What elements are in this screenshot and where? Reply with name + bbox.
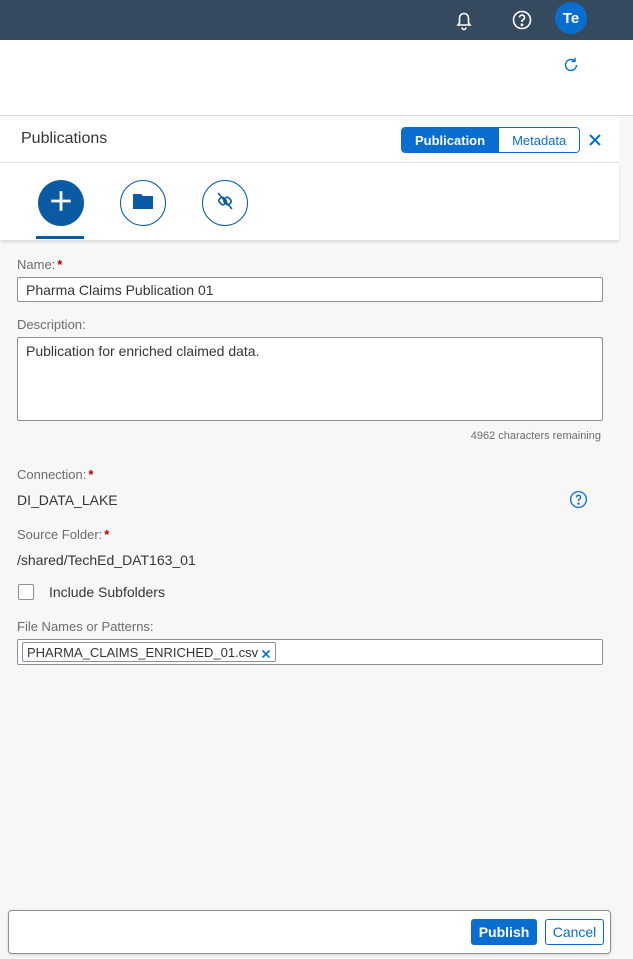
tab-disconnect[interactable] [202, 180, 248, 226]
avatar[interactable]: Te [555, 2, 587, 34]
include-subfolders-label: Include Subfolders [49, 584, 165, 600]
icon-tab-bar [0, 163, 619, 240]
remove-token-icon[interactable] [261, 647, 271, 659]
publish-button[interactable]: Publish [471, 919, 537, 945]
shell-bar: Te [0, 0, 633, 40]
sub-header [0, 40, 633, 116]
file-token-label: PHARMA_CLAIMS_ENRICHED_01.csv [27, 644, 259, 660]
cancel-button[interactable]: Cancel [545, 919, 604, 945]
selected-tab-indicator [36, 236, 84, 239]
help-icon[interactable] [569, 490, 588, 509]
connection-value: DI_DATA_LAKE [17, 492, 118, 508]
folder-icon [131, 189, 155, 218]
bell-icon[interactable] [452, 8, 476, 32]
help-icon[interactable] [510, 8, 534, 32]
required-marker: * [104, 527, 110, 542]
close-icon[interactable] [585, 130, 605, 150]
source-folder-value: /shared/TechEd_DAT163_01 [17, 552, 196, 568]
connection-label: Connection: * [17, 467, 93, 482]
tab-folder[interactable] [120, 180, 166, 226]
name-label: Name: * [17, 257, 62, 272]
segment-publication[interactable]: Publication [402, 128, 499, 152]
source-folder-label: Source Folder: * [17, 527, 109, 542]
panel-header: Publications Publication Metadata [0, 117, 619, 163]
connection-label-text: Connection: [17, 467, 87, 482]
disconnect-icon [213, 189, 237, 218]
description-label: Description: [17, 317, 86, 332]
name-input[interactable] [17, 277, 603, 302]
add-icon [48, 188, 74, 219]
file-token: PHARMA_CLAIMS_ENRICHED_01.csv [22, 642, 277, 662]
name-label-text: Name: [17, 257, 56, 272]
character-counter: 4962 characters remaining [470, 430, 601, 442]
source-folder-label-text: Source Folder: [17, 527, 103, 542]
panel-title: Publications [21, 130, 108, 147]
include-subfolders-checkbox[interactable] [18, 584, 34, 600]
tab-add[interactable] [38, 180, 84, 226]
file-patterns-label: File Names or Patterns: [17, 619, 154, 634]
description-textarea[interactable]: Publication for enriched claimed data. [17, 337, 603, 421]
segmented-button: Publication Metadata [401, 127, 581, 153]
required-marker: * [57, 257, 63, 272]
refresh-icon[interactable] [561, 55, 581, 75]
segment-metadata[interactable]: Metadata [498, 128, 580, 152]
required-marker: * [88, 467, 94, 482]
footer-toolbar: Publish Cancel [8, 910, 611, 954]
